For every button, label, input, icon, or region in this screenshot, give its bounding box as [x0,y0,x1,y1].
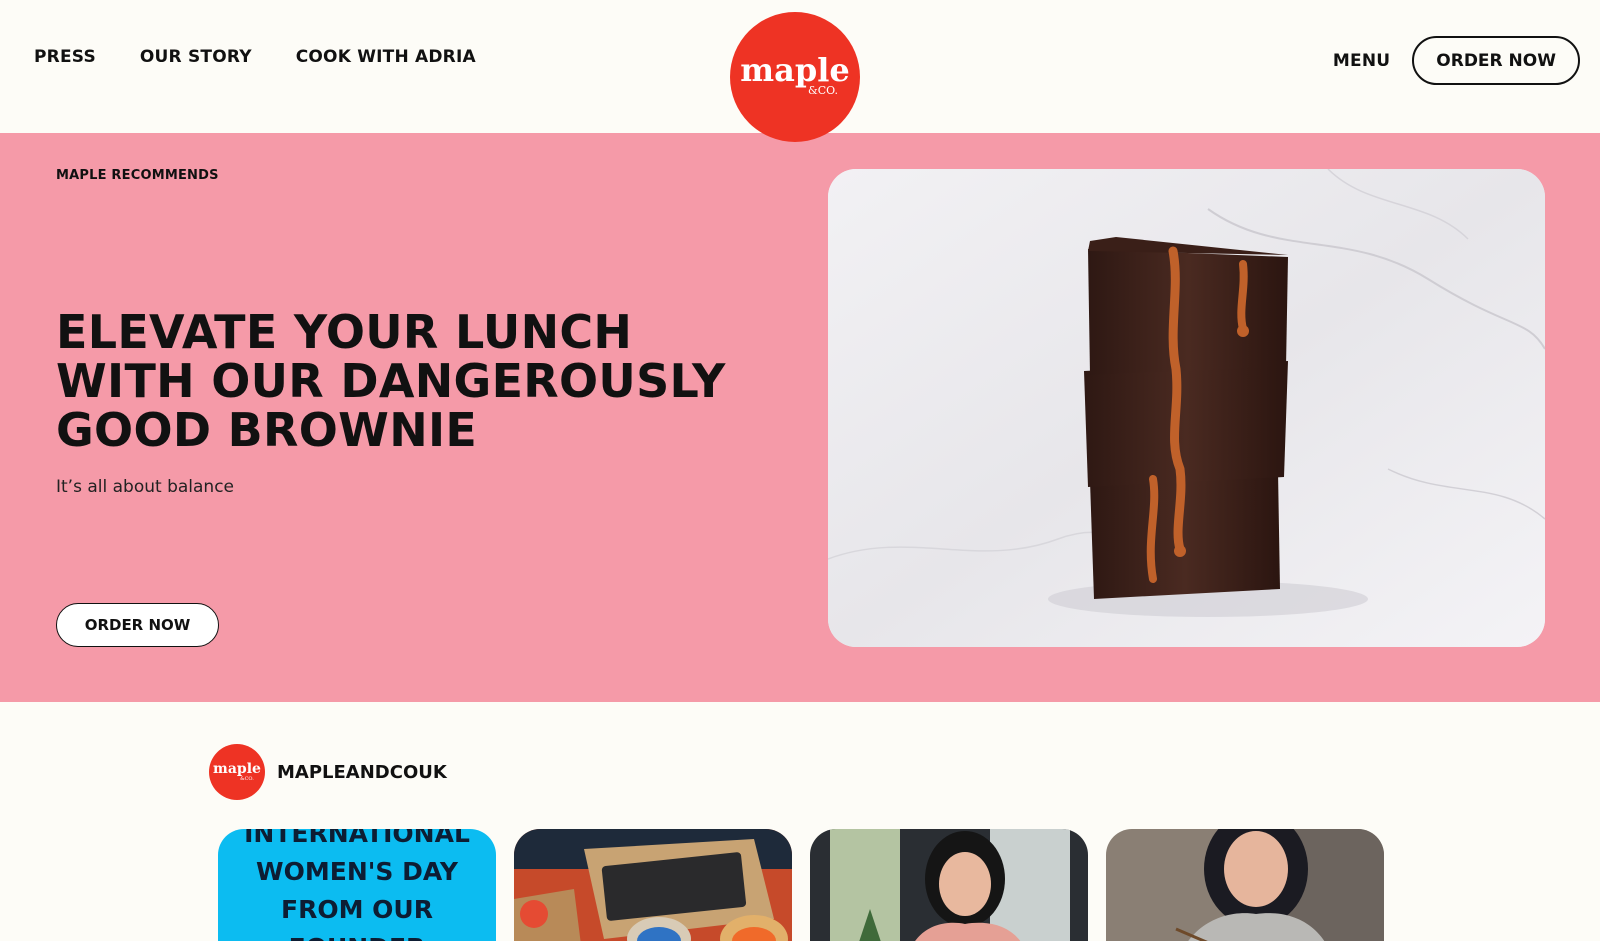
avatar-wordmark: maple [213,761,261,777]
woman-eating-photo-icon [1106,829,1384,941]
site-header: PRESS OUR STORY COOK WITH ADRIA maple &C… [0,0,1600,142]
primary-nav: PRESS OUR STORY COOK WITH ADRIA [34,47,476,67]
instagram-post-womens-day[interactable]: INTERNATIONAL WOMEN'S DAY FROM OUR FOUND… [218,829,496,941]
maple-logo[interactable]: maple &CO. [730,12,860,142]
logo-subtext: &CO. [807,83,839,97]
instagram-feed: INTERNATIONAL WOMEN'S DAY FROM OUR FOUND… [218,829,1384,941]
instagram-header[interactable]: maple &CO. MAPLEANDCOUK [209,744,447,800]
avatar-subtext: &CO. [240,776,254,782]
hero-subtitle: It’s all about balance [56,477,234,497]
nav-press[interactable]: PRESS [34,47,96,67]
post-caption-line: FROM OUR [281,895,433,924]
instagram-post-cooking[interactable] [810,829,1088,941]
brownie-illustration [828,169,1545,647]
hero-eyebrow: MAPLE RECOMMENDS [56,168,219,183]
nav-menu[interactable]: MENU [1333,51,1390,71]
brownie-stack-photo [828,169,1545,647]
post-caption-line: WOMEN'S DAY [256,857,458,886]
hero-title: ELEVATE YOUR LUNCH WITH OUR DANGEROUSLY … [56,305,726,457]
instagram-post-delivery[interactable] [514,829,792,941]
laptop-delivery-photo-icon [514,829,792,941]
instagram-handle[interactable]: MAPLEANDCOUK [277,762,447,783]
post-caption-line: INTERNATIONAL [244,829,470,848]
order-now-button-hero[interactable]: ORDER NOW [56,603,219,647]
nav-cook-with-adria[interactable]: COOK WITH ADRIA [296,47,476,67]
order-now-button-header[interactable]: ORDER NOW [1412,36,1580,85]
post-caption: INTERNATIONAL WOMEN'S DAY FROM OUR FOUND… [218,829,496,941]
instagram-post-eating[interactable] [1106,829,1384,941]
hero-section: MAPLE RECOMMENDS ELEVATE YOUR LUNCH WITH… [0,133,1600,702]
logo-wordmark: maple [740,50,850,89]
post-caption-line: FOUNDER [218,929,496,941]
nav-our-story[interactable]: OUR STORY [140,47,252,67]
instagram-avatar: maple &CO. [209,744,265,800]
woman-cooking-photo-icon [810,829,1088,941]
secondary-nav: MENU ORDER NOW [1333,36,1580,85]
